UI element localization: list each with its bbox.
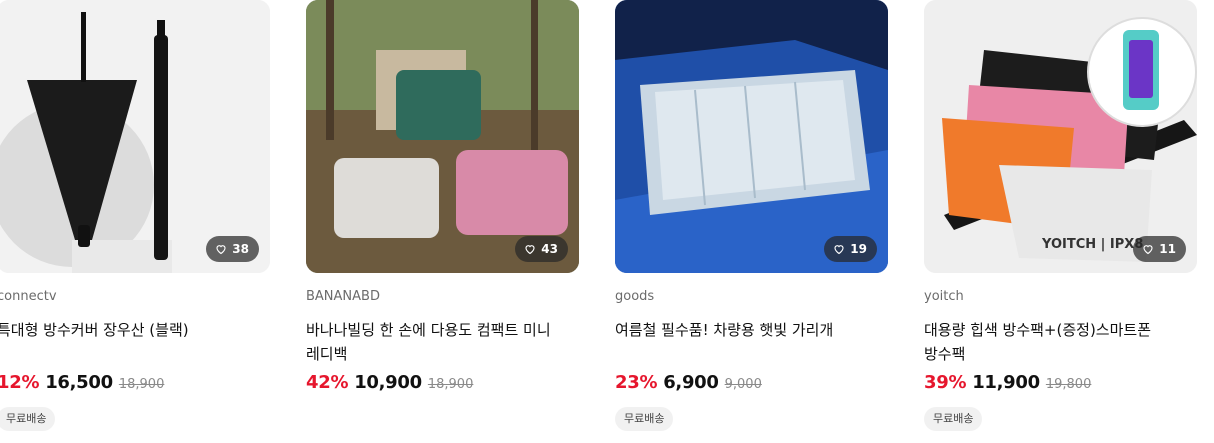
original-price: 9,000 <box>724 377 762 392</box>
like-count: 11 <box>1159 242 1176 256</box>
like-button[interactable]: 38 <box>206 236 259 262</box>
sale-price: 11,900 <box>972 372 1040 393</box>
umbrella-image <box>0 0 270 273</box>
price-row: 12% 16,500 18,900 <box>0 372 164 393</box>
sale-price: 16,500 <box>45 372 113 393</box>
discount-rate: 39% <box>924 372 967 393</box>
product-image[interactable]: YOITCH | IPX8 11 <box>924 0 1197 273</box>
product-title[interactable]: 여름철 필수품! 차량용 햇빛 가리개 <box>615 318 888 342</box>
product-title[interactable]: 바나나빌딩 한 손에 다용도 컴팩트 미니 레디백 <box>306 318 579 366</box>
like-button[interactable]: 11 <box>1133 236 1186 262</box>
product-title[interactable]: 대용량 힙색 방수팩+(증정)스마트폰 방수팩 <box>924 318 1197 366</box>
product-grid: 38 connectv 특대형 방수커버 장우산 (블랙) 12% 16,500… <box>0 0 1214 443</box>
original-price: 18,900 <box>118 377 165 392</box>
discount-rate: 12% <box>0 372 40 393</box>
price-row: 39% 11,900 19,800 <box>924 372 1091 393</box>
free-shipping-badge: 무료배송 <box>924 407 983 431</box>
original-price: 19,800 <box>1045 377 1092 392</box>
price-row: 42% 10,900 18,900 <box>306 372 473 393</box>
brand-name[interactable]: yoitch <box>924 289 1197 305</box>
product-image[interactable]: 43 <box>306 0 579 273</box>
discount-rate: 23% <box>615 372 658 393</box>
discount-rate: 42% <box>306 372 349 393</box>
product-card[interactable]: 43 BANANABD 바나나빌딩 한 손에 다용도 컴팩트 미니 레디백 42… <box>306 0 579 393</box>
heart-icon <box>525 245 535 255</box>
waterproof-bags-image: YOITCH | IPX8 <box>924 0 1197 273</box>
like-button[interactable]: 43 <box>515 236 568 262</box>
free-shipping-badge: 무료배송 <box>0 407 56 431</box>
brand-name[interactable]: BANANABD <box>306 289 579 305</box>
brand-name[interactable]: goods <box>615 289 888 305</box>
product-card[interactable]: YOITCH | IPX8 11 yoitch 대용량 힙색 방수팩+(증정)스… <box>924 0 1197 431</box>
brand-name[interactable]: connectv <box>0 289 270 305</box>
free-shipping-badge: 무료배송 <box>615 407 674 431</box>
product-card[interactable]: 38 connectv 특대형 방수커버 장우산 (블랙) 12% 16,500… <box>0 0 270 431</box>
suitcases-image <box>306 0 579 273</box>
product-image[interactable]: 19 <box>615 0 888 273</box>
car-sunshade-image <box>615 0 888 273</box>
svg-text:YOITCH | IPX8: YOITCH | IPX8 <box>1041 237 1143 252</box>
product-card[interactable]: 19 goods 여름철 필수품! 차량용 햇빛 가리개 23% 6,900 9… <box>615 0 888 431</box>
sale-price: 10,900 <box>354 372 422 393</box>
original-price: 18,900 <box>427 377 474 392</box>
product-title[interactable]: 특대형 방수커버 장우산 (블랙) <box>0 318 270 342</box>
like-count: 19 <box>850 242 867 256</box>
like-count: 38 <box>232 242 249 256</box>
like-button[interactable]: 19 <box>824 236 877 262</box>
product-image[interactable]: 38 <box>0 0 270 273</box>
heart-icon <box>834 245 844 255</box>
heart-icon <box>1143 245 1153 255</box>
like-count: 43 <box>541 242 558 256</box>
price-row: 23% 6,900 9,000 <box>615 372 762 393</box>
heart-icon <box>216 245 226 255</box>
sale-price: 6,900 <box>663 372 719 393</box>
